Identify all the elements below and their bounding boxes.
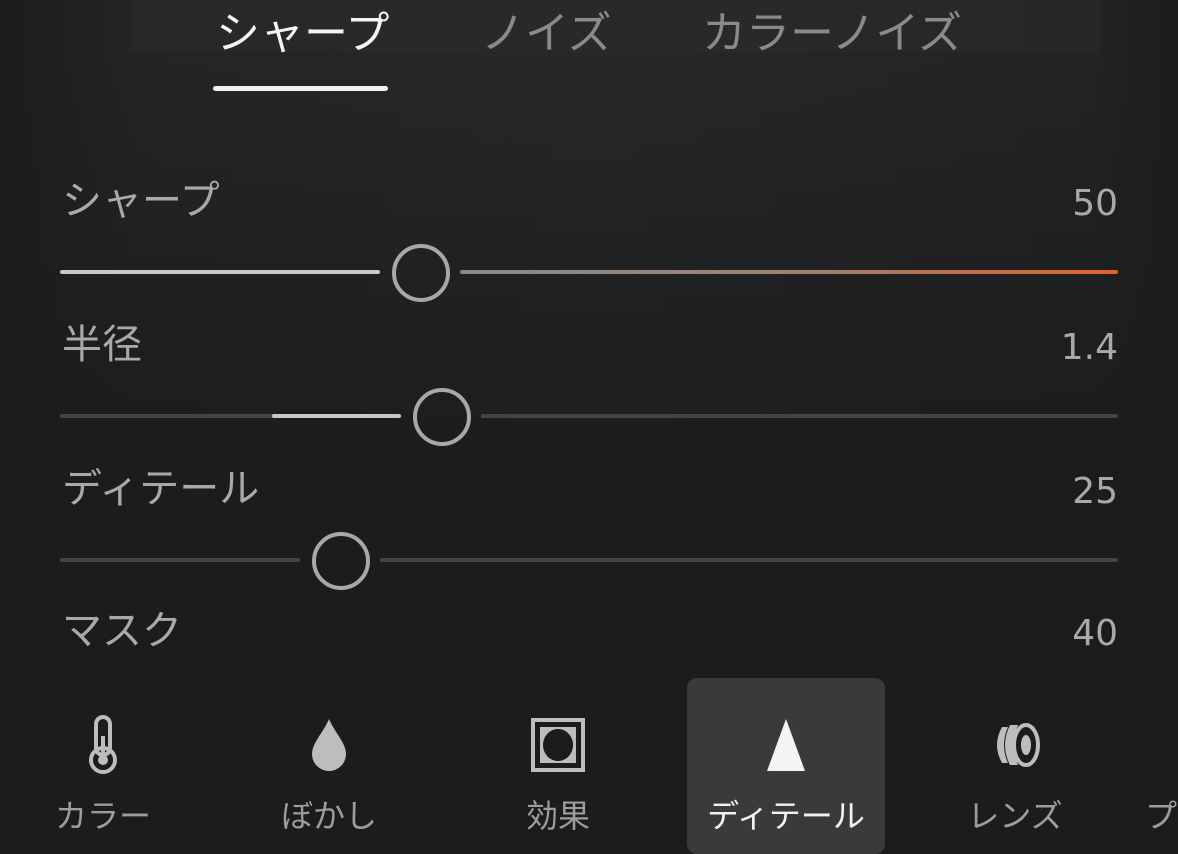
slider-track-right [459,270,1118,274]
active-tab-indicator [213,86,388,91]
triangle-detail-icon [687,710,885,780]
slider-track-right [480,414,1118,418]
detail-tab-bar: シャープ ノイズ カラーノイズ [0,0,1178,100]
nav-label: ディテール [707,797,865,835]
slider-row-mask: マスク 40 [0,606,1178,666]
slider-value: 40 [1072,613,1118,654]
slider-label: マスク [62,608,182,654]
slider-knob[interactable] [312,532,371,590]
slider-value: 50 [1072,183,1118,224]
slider-label: ディテール [62,466,260,512]
slider-row-radius: 半径 1.4 [0,320,1178,464]
slider-value: 25 [1072,471,1118,512]
slider-value: 1.4 [1060,327,1118,368]
slider-track-right [380,558,1118,562]
nav-item-effects[interactable]: 効果 [459,678,657,854]
slider-row-sharpen: シャープ 50 [0,176,1178,320]
tab-color-noise[interactable]: カラーノイズ [702,6,962,62]
nav-item-cutoff-label[interactable]: プ [1145,794,1178,838]
slider-row-detail: ディテール 25 [0,464,1178,608]
detail-slider[interactable] [60,530,1118,590]
slider-track-left [60,270,380,274]
droplet-icon [230,710,428,780]
bottom-tool-bar: カラー ぼかし 効果 ディテール レンズ [0,676,1178,854]
slider-track-left [60,558,301,562]
nav-item-color[interactable]: カラー [4,678,202,854]
nav-label: ぼかし [280,797,377,835]
thermometer-icon [4,710,202,780]
slider-label: シャープ [62,178,220,224]
slider-label: 半径 [62,322,142,368]
nav-item-detail[interactable]: ディテール [687,678,885,854]
vignette-frame-icon [459,710,657,780]
radius-slider[interactable] [60,386,1118,446]
nav-label: レンズ [967,797,1063,835]
slider-knob[interactable] [391,244,450,302]
nav-item-blur[interactable]: ぼかし [230,678,428,854]
tab-noise[interactable]: ノイズ [481,6,612,62]
slider-track-fill [271,414,401,418]
lens-icon [916,710,1114,780]
slider-knob[interactable] [412,388,471,446]
tab-sharpen[interactable]: シャープ [216,6,389,62]
nav-item-lens[interactable]: レンズ [916,678,1114,854]
nav-label: 効果 [525,797,590,835]
nav-label: カラー [54,797,151,835]
sharpen-slider[interactable] [60,242,1118,302]
